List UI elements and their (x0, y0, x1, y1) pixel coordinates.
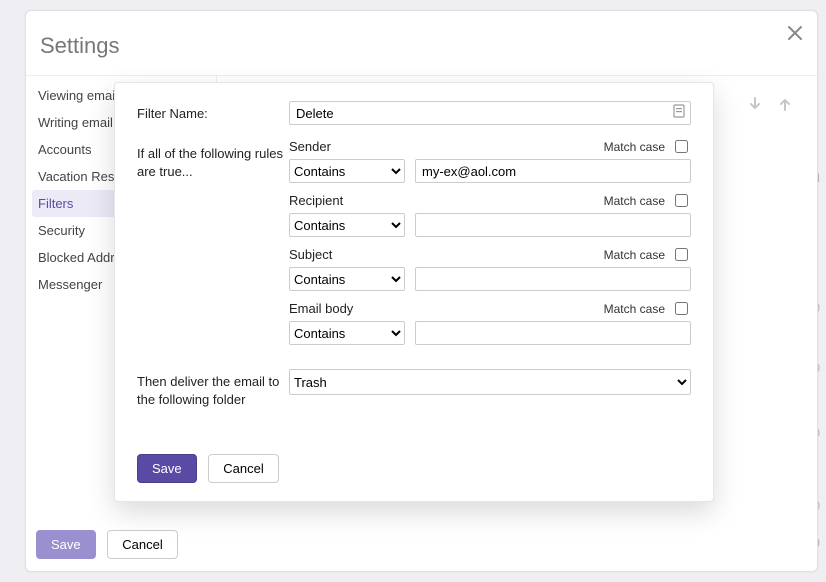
rule-operator-select[interactable]: Contains (289, 267, 405, 291)
filter-name-input[interactable] (289, 101, 691, 125)
close-icon (785, 23, 805, 43)
rule-recipient: Recipient Match case Contains (289, 191, 691, 237)
match-case-label[interactable]: Match case (604, 299, 691, 318)
rule-operator-select[interactable]: Contains (289, 159, 405, 183)
filter-rules-heading: If all of the following rules are true..… (137, 141, 289, 180)
settings-save-button[interactable]: Save (36, 530, 96, 559)
deliver-label: Then deliver the email to the following … (137, 369, 289, 408)
rule-sender: Sender Match case Contains (289, 137, 691, 183)
filter-save-button[interactable]: Save (137, 454, 197, 483)
match-case-text: Match case (604, 302, 665, 316)
match-case-text: Match case (604, 248, 665, 262)
close-button[interactable] (779, 17, 811, 49)
match-case-text: Match case (604, 140, 665, 154)
match-case-checkbox[interactable] (675, 248, 688, 261)
match-case-label[interactable]: Match case (604, 137, 691, 156)
filter-edit-dialog: Filter Name: If all of the following rul… (114, 82, 714, 502)
filter-name-row: Filter Name: (137, 101, 691, 125)
deliver-folder-select[interactable]: Trash (289, 369, 691, 395)
match-case-label[interactable]: Match case (604, 245, 691, 264)
move-down-icon[interactable] (747, 96, 763, 117)
rule-value-input[interactable] (415, 159, 691, 183)
rule-field-label: Sender (289, 139, 331, 154)
match-case-checkbox[interactable] (675, 302, 688, 315)
filter-rules-group: Sender Match case Contains Recipient Mat… (289, 137, 691, 353)
filter-reorder-controls (747, 96, 793, 117)
rule-field-label: Recipient (289, 193, 343, 208)
rule-value-input[interactable] (415, 321, 691, 345)
match-case-label[interactable]: Match case (604, 191, 691, 210)
settings-footer: Save Cancel (36, 530, 186, 559)
filter-cancel-button[interactable]: Cancel (208, 454, 278, 483)
settings-header: Settings (26, 11, 817, 76)
rule-operator-select[interactable]: Contains (289, 321, 405, 345)
rule-operator-select[interactable]: Contains (289, 213, 405, 237)
deliver-row: Then deliver the email to the following … (137, 369, 691, 408)
settings-cancel-button[interactable]: Cancel (107, 530, 177, 559)
rule-email-body: Email body Match case Contains (289, 299, 691, 345)
filter-dialog-actions: Save Cancel (137, 454, 287, 483)
rule-value-input[interactable] (415, 213, 691, 237)
rule-field-label: Email body (289, 301, 353, 316)
rule-value-input[interactable] (415, 267, 691, 291)
match-case-checkbox[interactable] (675, 140, 688, 153)
match-case-checkbox[interactable] (675, 194, 688, 207)
filter-rules-row: If all of the following rules are true..… (137, 141, 691, 353)
settings-title: Settings (40, 33, 120, 59)
match-case-text: Match case (604, 194, 665, 208)
rule-subject: Subject Match case Contains (289, 245, 691, 291)
filter-name-label: Filter Name: (137, 101, 289, 123)
move-up-icon[interactable] (777, 96, 793, 117)
rule-field-label: Subject (289, 247, 332, 262)
